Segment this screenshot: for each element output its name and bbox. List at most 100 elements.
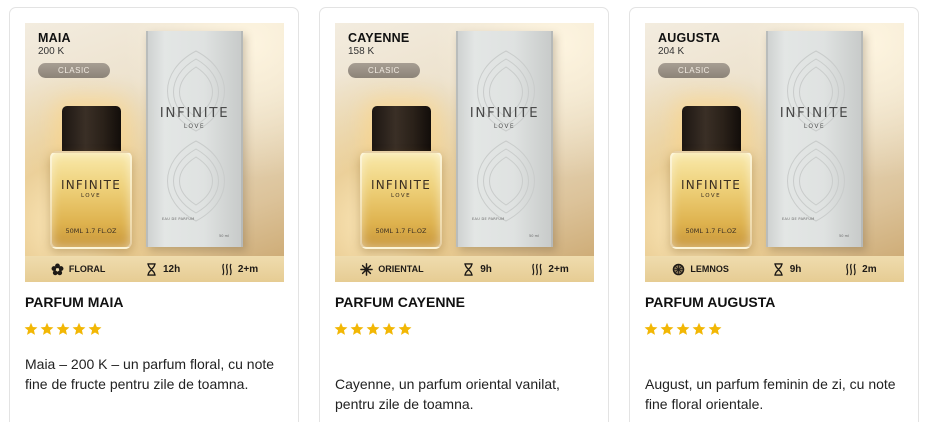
box-brand-sub: LOVE [493, 123, 516, 130]
product-image[interactable]: INFINITE LOVE EAU DE PARFUM 50 ml INFINI… [335, 23, 594, 282]
image-price-label: 158 K [348, 46, 375, 57]
star-icon [350, 322, 364, 335]
longevity-label: 9h [480, 263, 492, 275]
box-pattern [167, 50, 225, 222]
category-pill: CLASIC [658, 63, 730, 78]
sparkle-icon [360, 262, 374, 276]
attribute-bar: ORIENTAL 9h 2+m [335, 256, 594, 282]
star-icon [88, 322, 102, 335]
box-pattern [477, 50, 535, 222]
box-edp-text: EAU DE PARFUM [782, 217, 815, 221]
star-icon [398, 322, 412, 335]
sillage-label: 2+m [548, 263, 569, 275]
longevity: 9h [462, 262, 492, 276]
perfume-bottle: INFINITE LOVE 50ML 1.7 FL.OZ [50, 151, 132, 249]
scent-family-label: FLORAL [68, 264, 106, 274]
star-icon [56, 322, 70, 335]
sillage: 2+m [220, 263, 258, 276]
product-description: Maia – 200 K – un parfum floral, cu note… [25, 356, 275, 392]
perfume-bottle: INFINITE LOVE 50ML 1.7 FL.OZ [670, 151, 752, 249]
category-pill: CLASIC [348, 63, 420, 78]
longevity-label: 9h [789, 263, 802, 275]
star-rating [644, 322, 722, 336]
bottle-brand-sub: LOVE [391, 193, 411, 199]
box-brand: INFINITE [469, 105, 540, 121]
sillage-waves-icon [222, 263, 232, 275]
product-image[interactable]: INFINITE LOVE EAU DE PARFUM 50 ml INFINI… [25, 23, 284, 282]
bottle-volume: 50ML 1.7 FL.OZ [375, 227, 427, 235]
bottle-volume: 50ML 1.7 FL.OZ [65, 227, 117, 235]
scent-family: ORIENTAL [360, 262, 424, 276]
image-price-label: 200 K [38, 46, 65, 57]
bottle-brand: INFINITE [61, 178, 121, 192]
scent-family-label: ORIENTAL [378, 264, 424, 274]
perfume-box: INFINITE LOVE EAU DE PARFUM 50 ml [766, 31, 863, 247]
image-price-label: 204 K [658, 46, 685, 57]
sillage-waves-icon [846, 263, 856, 275]
box-volume-text: 50 ml [529, 234, 539, 238]
box-pattern [787, 50, 845, 222]
perfume-box: INFINITE LOVE EAU DE PARFUM 50 ml [146, 31, 243, 247]
box-brand-sub: LOVE [803, 123, 826, 130]
hourglass-icon [147, 262, 156, 276]
product-description: Cayenne, un parfum oriental vanilat, pen… [335, 376, 560, 412]
attribute-bar: FLORAL 12h 2+m [25, 256, 284, 282]
bottle-brand-sub: LOVE [701, 193, 721, 199]
bottle-cap [62, 106, 121, 153]
product-card-augusta[interactable]: INFINITE LOVE EAU DE PARFUM 50 ml INFINI… [629, 7, 919, 422]
product-title[interactable]: PARFUM AUGUSTA [645, 294, 775, 310]
sillage-label: 2m [862, 263, 877, 275]
product-description: August, un parfum feminin de zi, cu note… [645, 376, 896, 412]
attribute-bar: LEMNOS 9h 2m [645, 256, 904, 282]
box-edp-text: EAU DE PARFUM [162, 217, 195, 221]
hourglass-icon [464, 262, 473, 276]
perfume-bottle: INFINITE LOVE 50ML 1.7 FL.OZ [360, 151, 442, 249]
product-title[interactable]: PARFUM MAIA [25, 294, 124, 310]
star-icon [24, 322, 38, 335]
star-icon [660, 322, 674, 335]
image-name-label: MAIA [38, 31, 71, 45]
box-brand-sub: LOVE [183, 123, 206, 130]
product-grid: INFINITE LOVE EAU DE PARFUM 50 ml INFINI… [0, 0, 930, 422]
lemon-slice-icon [673, 263, 685, 275]
product-card-cayenne[interactable]: INFINITE LOVE EAU DE PARFUM 50 ml INFINI… [319, 7, 609, 422]
star-icon [644, 322, 658, 335]
bottle-brand: INFINITE [681, 178, 741, 192]
star-icon [366, 322, 380, 335]
scent-family: LEMNOS [672, 263, 729, 276]
box-edp-text: EAU DE PARFUM [472, 217, 505, 221]
category-pill: CLASIC [38, 63, 110, 78]
bottle-cap [682, 106, 741, 153]
star-icon [692, 322, 706, 335]
longevity: 12h [145, 262, 181, 276]
perfume-box: INFINITE LOVE EAU DE PARFUM 50 ml [456, 31, 553, 247]
star-icon [708, 322, 722, 335]
box-volume-text: 50 ml [839, 234, 849, 238]
bottle-brand-sub: LOVE [81, 193, 101, 199]
longevity: 9h [772, 262, 802, 276]
flower-icon [51, 263, 64, 275]
product-title[interactable]: PARFUM CAYENNE [335, 294, 465, 310]
product-card-maia[interactable]: INFINITE LOVE EAU DE PARFUM 50 ml INFINI… [9, 7, 299, 422]
box-volume-text: 50 ml [219, 234, 229, 238]
star-icon [676, 322, 690, 335]
sillage: 2m [844, 263, 877, 276]
box-brand: INFINITE [159, 105, 230, 121]
sillage-label: 2+m [237, 263, 259, 275]
product-image[interactable]: INFINITE LOVE EAU DE PARFUM 50 ml INFINI… [645, 23, 904, 282]
bottle-volume: 50ML 1.7 FL.OZ [685, 227, 737, 235]
scent-family-label: LEMNOS [690, 264, 729, 274]
bottle-brand: INFINITE [371, 178, 431, 192]
sillage: 2+m [530, 263, 569, 276]
longevity-label: 12h [162, 263, 181, 275]
scent-family: FLORAL [51, 263, 106, 276]
star-rating [334, 322, 412, 336]
star-icon [40, 322, 54, 335]
box-brand: INFINITE [779, 105, 850, 121]
hourglass-icon [774, 262, 783, 276]
star-icon [72, 322, 86, 335]
image-name-label: CAYENNE [348, 31, 410, 45]
star-icon [334, 322, 348, 335]
bottle-cap [372, 106, 431, 153]
sillage-waves-icon [532, 263, 543, 275]
